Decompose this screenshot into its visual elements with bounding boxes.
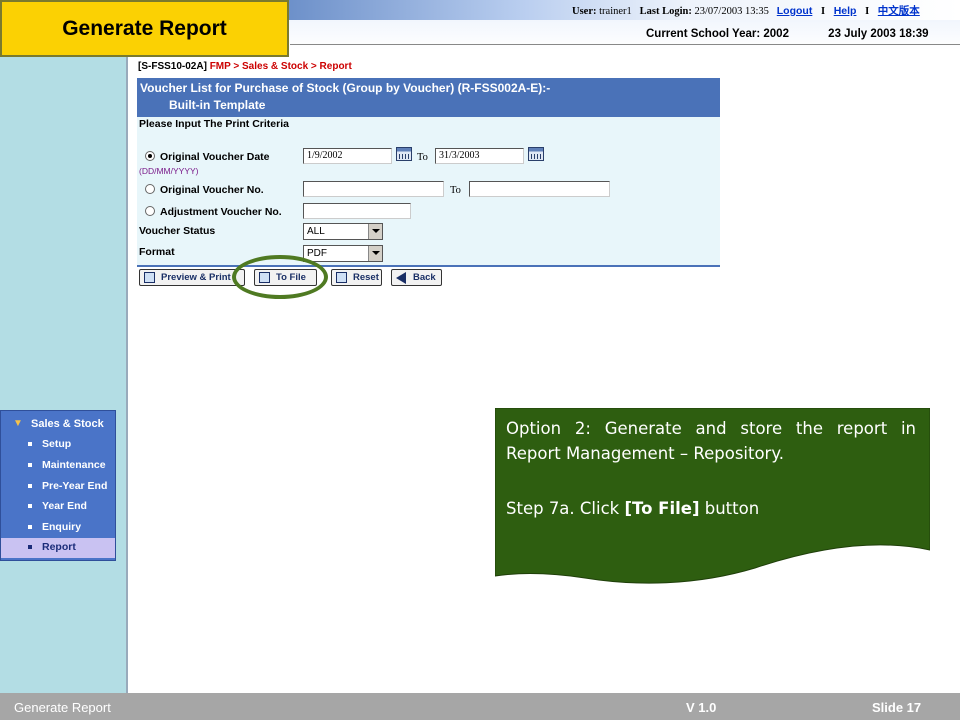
bullet-icon	[28, 504, 32, 508]
callout-step-suffix: button	[699, 499, 760, 518]
sidebar-item-setup[interactable]: Setup	[1, 435, 115, 455]
voucher-status-value: ALL	[307, 226, 325, 237]
reset-button[interactable]: Reset	[331, 269, 382, 286]
sidebar-item-maintenance[interactable]: Maintenance	[1, 456, 115, 476]
radio-adjustment-voucher-no[interactable]	[145, 206, 155, 216]
form-title-bar: Voucher List for Purchase of Stock (Grou…	[137, 78, 720, 117]
last-login-value: 23/07/2003 13:35	[694, 6, 769, 17]
date-to-field[interactable]: 31/3/2003	[435, 148, 524, 164]
preview-print-button[interactable]: Preview & Print	[139, 269, 245, 286]
callout-paragraph-1: Option 2: Generate and store the report …	[506, 419, 916, 463]
footer-slide-number: Slide 17	[872, 700, 922, 715]
chinese-version-link[interactable]: 中文版本	[878, 5, 920, 17]
header-divider	[290, 44, 960, 45]
sidebar-item-label: Maintenance	[42, 459, 106, 471]
slide-title-box: Generate Report	[0, 0, 289, 57]
voucher-status-select[interactable]: ALL	[303, 223, 383, 240]
reset-icon	[336, 272, 347, 283]
voucher-status-label: Voucher Status	[139, 225, 216, 237]
print-criteria-form: Please Input The Print Criteria Original…	[137, 117, 720, 267]
dropdown-arrow-icon	[368, 224, 382, 239]
form-subtitle: Built-in Template	[169, 98, 266, 112]
format-label: Format	[139, 246, 175, 258]
sidebar-header-label: Sales & Stock	[31, 418, 104, 430]
sidebar-item-label: Pre-Year End	[42, 480, 108, 492]
date-from-field[interactable]: 1/9/2002	[303, 148, 392, 164]
separator: I	[820, 6, 826, 17]
bullet-icon	[28, 545, 32, 549]
original-voucher-no-label: Original Voucher No.	[160, 184, 264, 196]
breadcrumb: [S-FSS10-02A] FMP > Sales & Stock > Repo…	[138, 61, 352, 72]
bullet-icon	[28, 525, 32, 529]
back-arrow-icon	[396, 272, 407, 284]
button-label: Preview & Print	[161, 272, 231, 283]
print-icon	[144, 272, 155, 283]
adjustment-voucher-no-label: Adjustment Voucher No.	[160, 206, 282, 218]
callout-step-prefix: Step 7a. Click	[506, 499, 625, 518]
expand-arrow-icon: ▼	[13, 418, 23, 429]
sidebar-item-pre-year-end[interactable]: Pre-Year End	[1, 477, 115, 497]
sidebar-item-label: Report	[42, 541, 76, 553]
bullet-icon	[28, 442, 32, 446]
button-label: Back	[413, 272, 436, 283]
last-login-label: Last Login:	[639, 6, 692, 17]
bullet-icon	[28, 484, 32, 488]
callout-step-button-name: [To File]	[624, 499, 700, 518]
bullet-icon	[28, 463, 32, 467]
footer-title: Generate Report	[14, 700, 111, 715]
slide-footer: Generate Report V 1.0 Slide 17	[0, 693, 960, 720]
sidebar-item-label: Setup	[42, 438, 72, 450]
school-year-line: Current School Year: 2002 23 July 2003 1…	[646, 28, 929, 40]
to-label: To	[450, 185, 461, 196]
user-info: User: trainer1 Last Login: 23/07/2003 13…	[572, 3, 920, 18]
breadcrumb-path[interactable]: FMP > Sales & Stock > Report	[210, 61, 352, 72]
sidebar-item-report[interactable]: Report	[1, 538, 115, 558]
sidebar: ▼ Sales & Stock Setup Maintenance Pre-Ye…	[0, 57, 128, 693]
radio-original-voucher-date[interactable]	[145, 151, 155, 161]
user-label: User:	[572, 6, 597, 17]
help-link[interactable]: Help	[834, 5, 857, 17]
format-select[interactable]: PDF	[303, 245, 383, 262]
callout-text: Option 2: Generate and store the report …	[506, 416, 916, 521]
button-label: Reset	[353, 272, 379, 283]
screen-code: [S-FSS10-02A]	[138, 61, 207, 72]
voucher-no-to-field[interactable]	[469, 181, 610, 197]
format-value: PDF	[307, 248, 327, 259]
sidebar-item-year-end[interactable]: Year End	[1, 497, 115, 517]
original-voucher-date-label: Original Voucher Date	[160, 151, 270, 163]
sidebar-menu: ▼ Sales & Stock Setup Maintenance Pre-Ye…	[0, 410, 116, 561]
back-button[interactable]: Back	[391, 269, 442, 286]
separator: I	[865, 6, 870, 17]
radio-original-voucher-no[interactable]	[145, 184, 155, 194]
form-title: Voucher List for Purchase of Stock (Grou…	[140, 81, 551, 95]
sidebar-item-enquiry[interactable]: Enquiry	[1, 518, 115, 538]
slide-title: Generate Report	[62, 16, 227, 40]
sidebar-item-label: Year End	[42, 500, 87, 512]
dropdown-arrow-icon	[368, 246, 382, 261]
criteria-label: Please Input The Print Criteria	[139, 118, 289, 130]
user-value: trainer1	[599, 6, 632, 17]
calendar-icon[interactable]	[396, 147, 412, 161]
current-datetime: 23 July 2003 18:39	[828, 28, 929, 40]
voucher-no-from-field[interactable]	[303, 181, 444, 197]
to-label: To	[417, 152, 428, 163]
logout-link[interactable]: Logout	[777, 5, 813, 17]
calendar-icon[interactable]	[528, 147, 544, 161]
sidebar-menu-header[interactable]: ▼ Sales & Stock	[1, 415, 115, 435]
date-format-hint: (DD/MM/YYYY)	[139, 166, 199, 176]
adjustment-voucher-field[interactable]	[303, 203, 411, 219]
sidebar-item-label: Enquiry	[42, 521, 82, 533]
school-year: Current School Year: 2002	[646, 28, 789, 40]
footer-version: V 1.0	[686, 700, 717, 715]
callout-paragraph-2: Step 7a. Click [To File] button	[506, 496, 916, 521]
instruction-callout: Option 2: Generate and store the report …	[495, 408, 930, 586]
highlight-ellipse	[232, 255, 328, 299]
